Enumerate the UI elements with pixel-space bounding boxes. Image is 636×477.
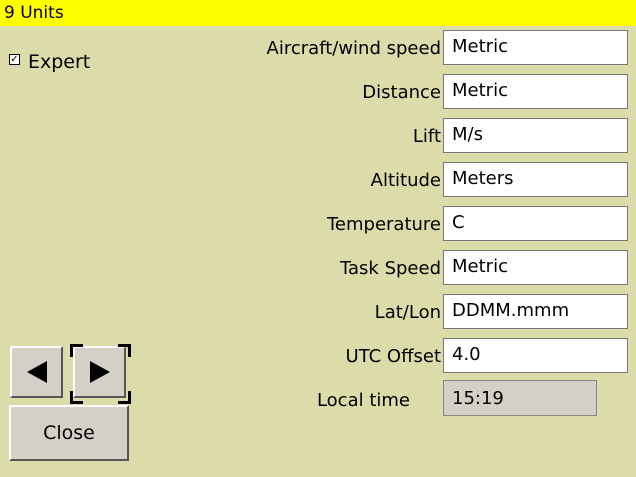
previous-button[interactable]	[10, 346, 63, 398]
focus-corner-bottom-left	[70, 391, 83, 404]
lift-field[interactable]: M/s	[443, 118, 628, 153]
utc-offset-field[interactable]: 4.0	[443, 338, 628, 373]
aircraft-wind-speed-label: Aircraft/wind speed	[266, 38, 441, 59]
lat-lon-label: Lat/Lon	[374, 302, 441, 323]
local-time-label: Local time	[316, 390, 410, 411]
lat-lon-field[interactable]: DDMM.mmm	[443, 294, 628, 329]
focus-corner-bottom-right	[118, 391, 131, 404]
distance-field[interactable]: Metric	[443, 74, 628, 109]
task-speed-label: Task Speed	[340, 258, 441, 279]
aircraft-wind-speed-field[interactable]: Metric	[443, 30, 628, 65]
close-button[interactable]: Close	[9, 405, 129, 461]
focus-corner-top-left	[70, 344, 83, 357]
altitude-label: Altitude	[370, 170, 441, 191]
left-arrow-icon	[27, 361, 47, 383]
title-bar: 9 Units	[0, 0, 636, 26]
lift-label: Lift	[412, 126, 441, 147]
page-title: 9 Units	[4, 3, 64, 23]
temperature-label: Temperature	[326, 214, 441, 235]
distance-label: Distance	[362, 82, 441, 103]
temperature-field[interactable]: C	[443, 206, 628, 241]
utc-offset-label: UTC Offset	[345, 346, 441, 367]
checkbox-check-icon: ✓	[9, 54, 20, 65]
altitude-field[interactable]: Meters	[443, 162, 628, 197]
right-arrow-icon	[90, 361, 110, 383]
local-time-field: 15:19	[443, 380, 597, 416]
expert-label: Expert	[28, 51, 91, 73]
task-speed-field[interactable]: Metric	[443, 250, 628, 285]
focus-corner-top-right	[118, 344, 131, 357]
